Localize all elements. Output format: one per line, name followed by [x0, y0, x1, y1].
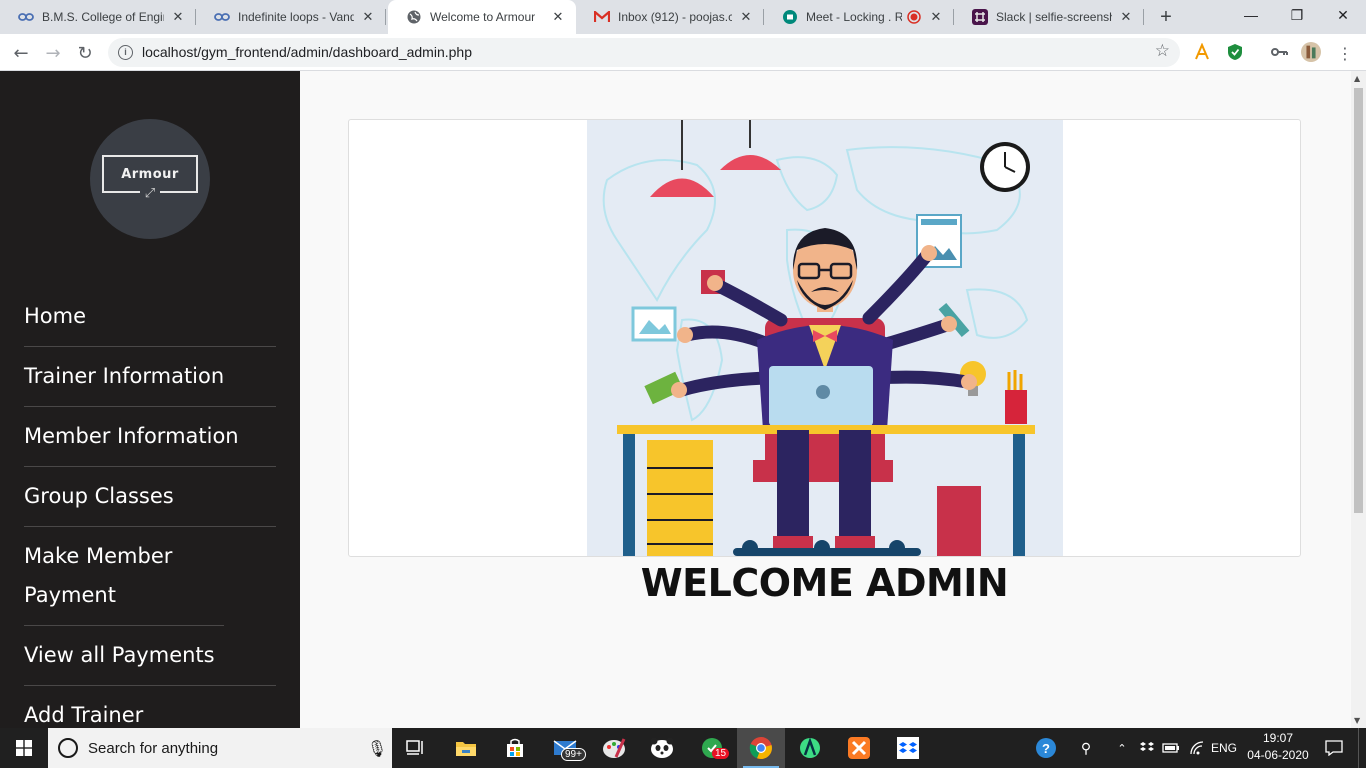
search-placeholder[interactable]: Search for anything	[88, 740, 362, 757]
link-infinity-icon	[214, 9, 230, 25]
tab-indefinite-loops[interactable]: Indefinite loops - Vande ✕	[196, 0, 386, 34]
sidebar-item-view-all-payments[interactable]: View all Payments	[24, 626, 276, 686]
tab-gmail-inbox[interactable]: Inbox (912) - poojas.cs1 ✕	[576, 0, 764, 34]
show-desktop-button[interactable]	[1358, 728, 1366, 768]
browser-tab-strip: B.M.S. College of Engin ✕ Indefinite loo…	[0, 0, 1366, 34]
clock-date: 04-06-2020	[1247, 748, 1309, 762]
key-icon[interactable]	[1270, 42, 1290, 62]
close-icon[interactable]: ✕	[1118, 9, 1134, 25]
taskbar-search-box[interactable]: Search for anything 🎙	[48, 728, 392, 768]
multitasking-admin-illustration	[587, 120, 1063, 556]
close-window-button[interactable]: ✕	[1320, 0, 1366, 30]
tab-title: Slack | selfie-screenshot	[996, 10, 1112, 24]
tab-title: Meet - Locking . Re	[806, 10, 902, 24]
task-view-icon[interactable]	[392, 728, 440, 768]
address-bar[interactable]: i localhost/gym_frontend/admin/dashboard…	[108, 38, 1180, 67]
back-button[interactable]: ←	[8, 40, 34, 66]
brand-logo[interactable]: Armour ⤢	[90, 119, 210, 239]
tab-meet[interactable]: Meet - Locking . Re ✕	[764, 0, 954, 34]
xampp-icon[interactable]	[835, 728, 883, 768]
bookmark-star-icon[interactable]: ☆	[1155, 41, 1170, 61]
recording-icon	[906, 9, 922, 25]
windows-logo-icon	[16, 740, 32, 756]
teams-badge: 15	[712, 748, 730, 759]
minimize-button[interactable]: —	[1228, 0, 1274, 30]
store-icon[interactable]	[491, 728, 539, 768]
dropbox-tray-icon[interactable]	[1136, 728, 1158, 768]
meet-icon	[782, 9, 798, 25]
address-url[interactable]: localhost/gym_frontend/admin/dashboard_a…	[142, 44, 472, 60]
tab-title: Welcome to Armour	[430, 10, 536, 24]
tab-title: Inbox (912) - poojas.cs1	[618, 10, 732, 24]
teams-chat-icon[interactable]: 15	[688, 728, 736, 768]
sidebar-item-make-member-payment[interactable]: Make Member Payment	[24, 527, 224, 626]
people-icon[interactable]: ⚲	[1072, 728, 1100, 768]
new-tab-button[interactable]: +	[1154, 5, 1178, 29]
slack-icon	[972, 9, 988, 25]
welcome-heading: WELCOME ADMIN	[640, 561, 1009, 605]
file-explorer-icon[interactable]	[442, 728, 490, 768]
sidebar: Armour ⤢ Home Trainer Information Member…	[0, 71, 300, 728]
dashboard-image-card	[348, 119, 1301, 557]
tab-title: B.M.S. College of Engin	[42, 10, 164, 24]
wifi-icon[interactable]	[1186, 728, 1208, 768]
sidebar-item-home[interactable]: Home	[24, 287, 276, 347]
close-icon[interactable]: ✕	[738, 9, 754, 25]
android-studio-icon[interactable]	[786, 728, 834, 768]
panda-app-icon[interactable]	[638, 728, 686, 768]
sidebar-item-trainer-information[interactable]: Trainer Information	[24, 347, 276, 407]
page-viewport: Armour ⤢ Home Trainer Information Member…	[0, 71, 1366, 728]
show-hidden-icons-icon[interactable]: ⌃	[1112, 728, 1132, 768]
tab-slack[interactable]: Slack | selfie-screenshot ✕	[954, 0, 1144, 34]
profile-avatar[interactable]	[1301, 42, 1321, 62]
sidebar-item-group-classes[interactable]: Group Classes	[24, 467, 276, 527]
mail-icon[interactable]: 99+	[541, 728, 589, 768]
close-icon[interactable]: ✕	[928, 9, 944, 25]
close-icon[interactable]: ✕	[550, 9, 566, 25]
shield-icon[interactable]	[1225, 42, 1245, 62]
sidebar-item-add-trainer[interactable]: Add Trainer	[24, 686, 276, 728]
notification-center-icon[interactable]	[1318, 728, 1350, 768]
windows-taskbar: Search for anything 🎙 99+ 15 ? ⚲ ⌃ ENG 1…	[0, 728, 1366, 768]
reload-button[interactable]: ↻	[72, 40, 98, 66]
svg-text:?: ?	[1042, 741, 1050, 756]
start-button[interactable]	[0, 728, 48, 768]
help-icon[interactable]: ?	[1030, 728, 1062, 768]
tab-welcome-armour[interactable]: Welcome to Armour ✕	[388, 0, 576, 34]
search-circle-icon	[58, 738, 78, 758]
extension-a-icon[interactable]	[1192, 42, 1212, 62]
gmail-icon	[594, 9, 610, 25]
dropbox-icon[interactable]	[884, 728, 932, 768]
close-icon[interactable]: ✕	[360, 9, 376, 25]
close-icon[interactable]: ✕	[170, 9, 186, 25]
sidebar-menu: Home Trainer Information Member Informat…	[24, 287, 276, 728]
browser-toolbar: ← → ↻ i localhost/gym_frontend/admin/das…	[0, 34, 1366, 71]
taskbar-clock[interactable]: 19:07 04-06-2020	[1240, 730, 1316, 764]
battery-icon[interactable]	[1160, 728, 1182, 768]
info-icon[interactable]: i	[118, 45, 133, 60]
chrome-menu-button[interactable]: ⋮	[1332, 40, 1358, 66]
tab-bms-college[interactable]: B.M.S. College of Engin ✕	[0, 0, 196, 34]
forward-button[interactable]: →	[40, 40, 66, 66]
vertical-scrollbar[interactable]: ▲ ▼	[1351, 71, 1366, 728]
clock-time: 19:07	[1262, 731, 1294, 745]
expand-arrows-icon: ⤢	[140, 185, 160, 201]
mail-badge: 99+	[561, 748, 586, 761]
sidebar-item-member-information[interactable]: Member Information	[24, 407, 276, 467]
scroll-up-icon[interactable]: ▲	[1354, 74, 1360, 83]
restore-button[interactable]: ❐	[1274, 0, 1320, 30]
scroll-down-icon[interactable]: ▼	[1354, 716, 1360, 725]
microphone-icon[interactable]: 🎙	[362, 739, 392, 758]
paint-icon[interactable]	[590, 728, 638, 768]
chrome-taskbar-icon[interactable]	[737, 728, 785, 768]
language-indicator[interactable]: ENG	[1208, 728, 1240, 768]
scrollbar-thumb[interactable]	[1354, 88, 1363, 513]
tab-title: Indefinite loops - Vande	[238, 10, 354, 24]
main-content: WELCOME ADMIN	[300, 71, 1351, 728]
globe-icon	[406, 9, 422, 25]
link-infinity-icon	[18, 9, 34, 25]
